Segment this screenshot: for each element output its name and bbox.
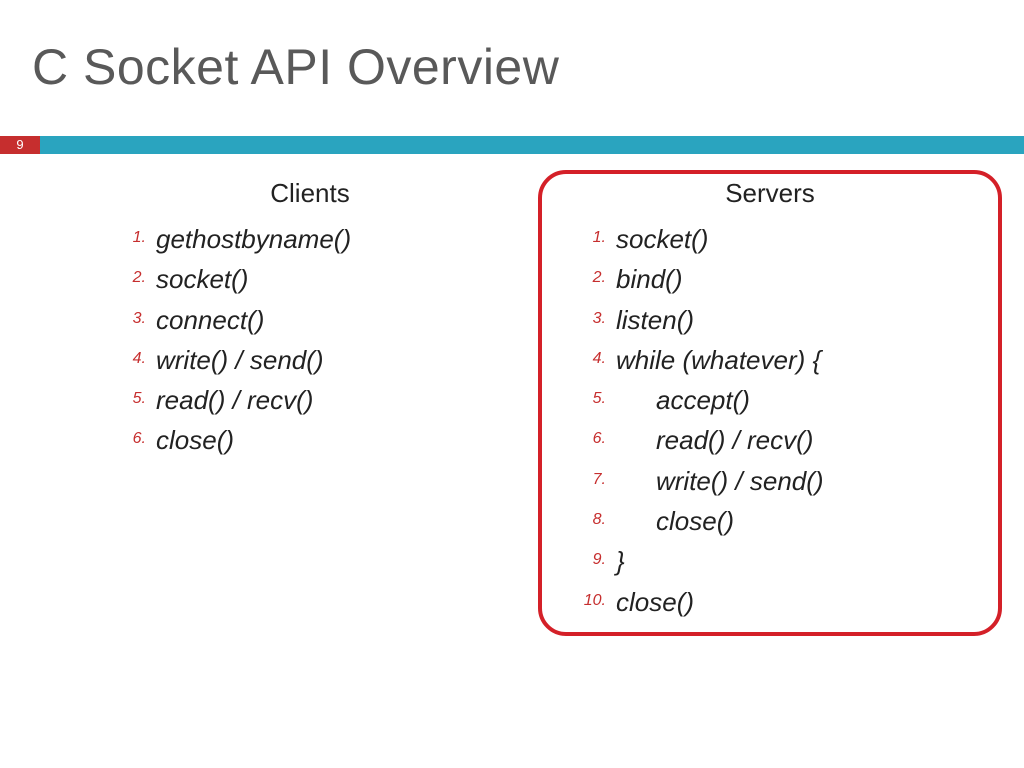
- servers-column: Servers socket()bind()listen()while (wha…: [550, 178, 990, 622]
- servers-step: write() / send(): [576, 461, 990, 501]
- servers-step: }: [576, 541, 990, 581]
- servers-step: socket(): [576, 219, 990, 259]
- page-number-badge: 9: [0, 136, 40, 154]
- clients-step: write() / send(): [116, 340, 530, 380]
- clients-column: Clients gethostbyname()socket()connect()…: [90, 178, 530, 622]
- content-area: Clients gethostbyname()socket()connect()…: [0, 178, 1024, 622]
- clients-step: close(): [116, 420, 530, 460]
- clients-list: gethostbyname()socket()connect()write() …: [90, 219, 530, 461]
- servers-list: socket()bind()listen()while (whatever) {…: [550, 219, 990, 622]
- clients-step: connect(): [116, 300, 530, 340]
- servers-step: while (whatever) {: [576, 340, 990, 380]
- servers-step: close(): [576, 582, 990, 622]
- servers-step: listen(): [576, 300, 990, 340]
- servers-step: accept(): [576, 380, 990, 420]
- servers-heading: Servers: [550, 178, 990, 209]
- slide: C Socket API Overview 9 Clients gethostb…: [0, 0, 1024, 768]
- slide-title: C Socket API Overview: [32, 38, 559, 96]
- servers-step: close(): [576, 501, 990, 541]
- clients-step: read() / recv(): [116, 380, 530, 420]
- servers-step: bind(): [576, 259, 990, 299]
- servers-step: read() / recv(): [576, 420, 990, 460]
- clients-step: gethostbyname(): [116, 219, 530, 259]
- clients-step: socket(): [116, 259, 530, 299]
- accent-bar: [0, 136, 1024, 154]
- clients-heading: Clients: [90, 178, 530, 209]
